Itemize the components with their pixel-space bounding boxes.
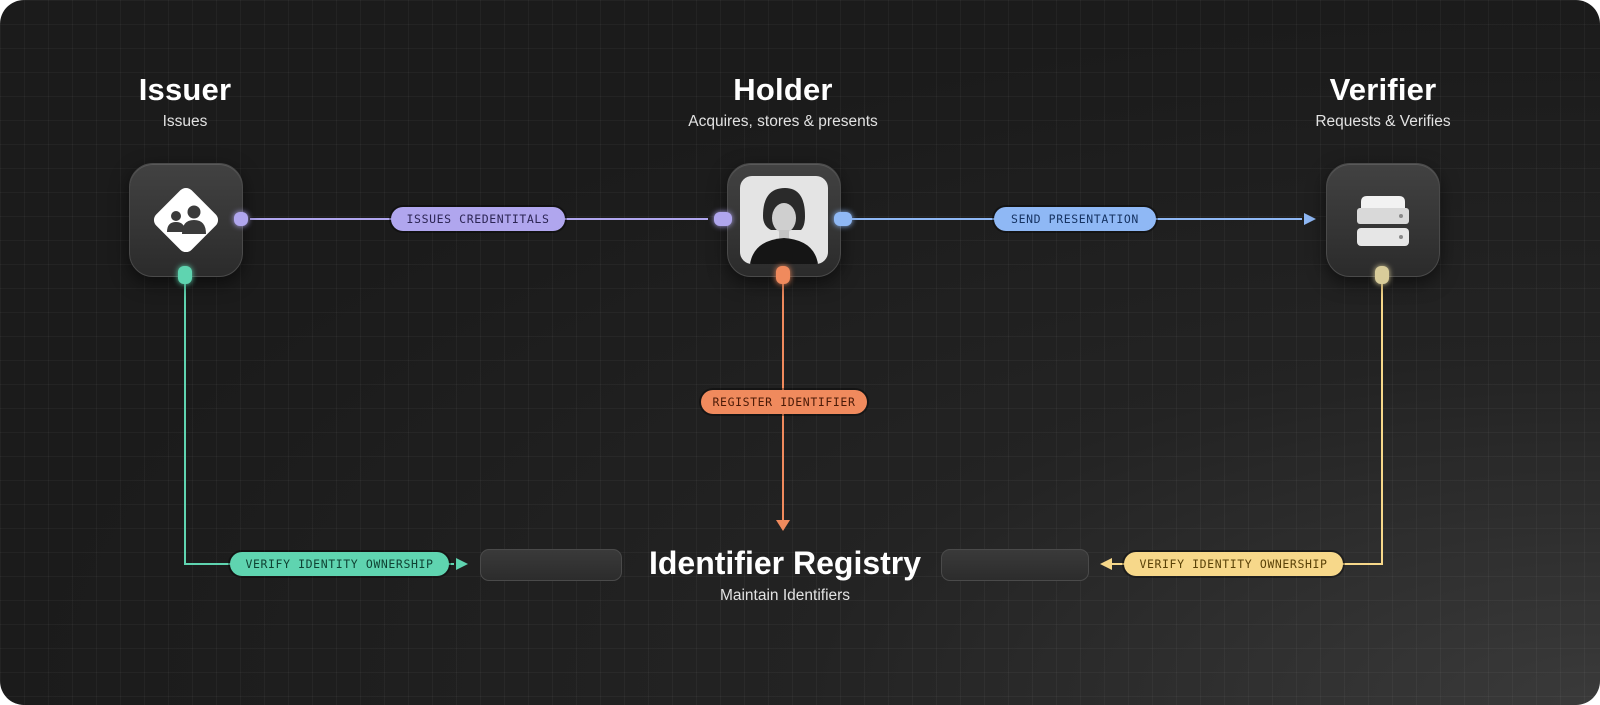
send-presentation-label: SEND PRESENTATION	[994, 207, 1156, 231]
holder-left-port	[714, 212, 732, 226]
issuer-subtitle: Issues	[162, 113, 208, 130]
issuer-verify-arrow-icon	[456, 558, 468, 570]
verifier-subtitle: Requests & Verifies	[1315, 113, 1451, 130]
diagram-canvas: Issuer Issues Holder Acquires, stores & …	[0, 0, 1600, 705]
present-arrow-icon	[1304, 213, 1316, 225]
holder-subtitle: Acquires, stores & presents	[688, 113, 878, 130]
verifier-verify-vertical	[1381, 284, 1383, 565]
person-photo-icon	[740, 176, 828, 264]
holder-node[interactable]	[727, 163, 841, 277]
issuer-node[interactable]	[129, 163, 243, 277]
holder-title: Holder	[733, 72, 833, 107]
verifier-bottom-port	[1375, 266, 1389, 284]
holder-right-port	[834, 212, 852, 226]
verifier-node[interactable]	[1326, 163, 1440, 277]
issuer-bottom-port	[178, 266, 192, 284]
holder-bottom-port	[776, 266, 790, 284]
registry-right-bar	[941, 549, 1089, 581]
verifier-verify-label: VERIFY IDENTITY OWNERSHIP	[1124, 552, 1343, 576]
issuer-verify-label: VERIFY IDENTITY OWNERSHIP	[230, 552, 449, 576]
registry-title: Identifier Registry	[648, 545, 922, 581]
issuer-verify-vertical	[184, 284, 186, 565]
registry-subtitle: Maintain Identifiers	[719, 587, 851, 604]
issuer-title: Issuer	[138, 72, 232, 107]
server-icon	[1357, 196, 1409, 246]
issue-credentials-label: ISSUES CREDENTITALS	[391, 207, 565, 231]
verifier-title: Verifier	[1329, 72, 1437, 107]
issuer-right-port	[234, 212, 248, 226]
verifier-verify-arrow-icon	[1100, 558, 1112, 570]
register-identifier-label: REGISTER IDENTIFIER	[701, 390, 867, 414]
registry-left-bar	[480, 549, 622, 581]
register-arrow-icon	[776, 520, 790, 531]
group-diamond-icon	[153, 187, 219, 253]
